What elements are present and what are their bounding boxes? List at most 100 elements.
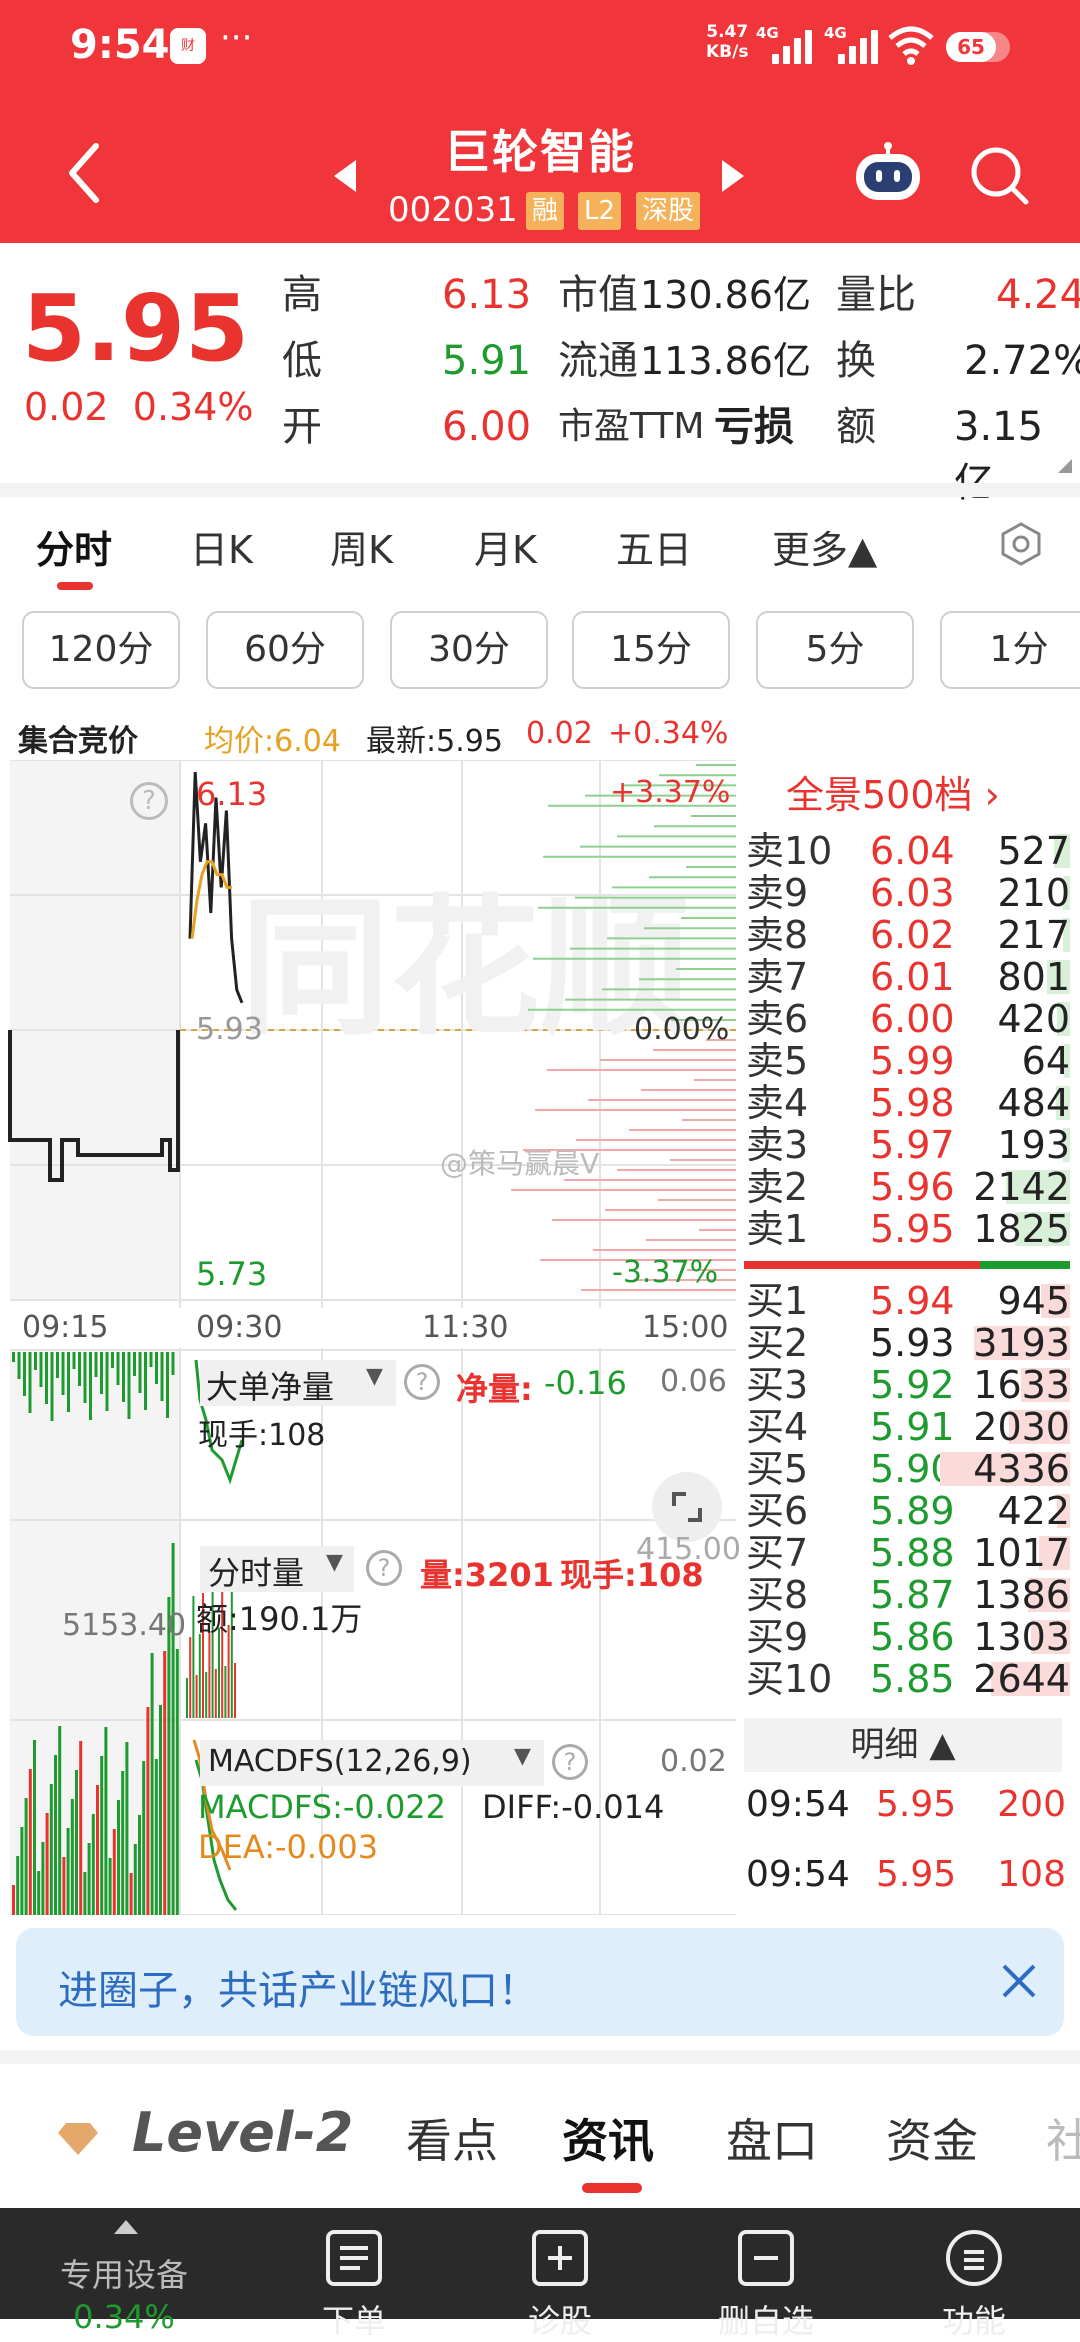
community-banner[interactable]: 进圈子，共话产业链风口！ xyxy=(16,1928,1064,2036)
volume-bar xyxy=(154,1759,158,1915)
volume-bar xyxy=(171,1543,175,1915)
period-15min[interactable]: 15分 xyxy=(572,611,730,689)
back-arrow-icon[interactable] xyxy=(62,140,106,206)
tab-funds[interactable]: 资金 xyxy=(886,2105,978,2171)
change-label: 0.02 xyxy=(526,716,593,751)
ask-row[interactable]: 卖1 5.95 1825 xyxy=(740,1208,1070,1250)
period-120min[interactable]: 120分 xyxy=(22,611,180,689)
volume-bar xyxy=(150,1653,154,1915)
volume-bar xyxy=(83,1872,87,1915)
robot-assistant-icon[interactable] xyxy=(852,142,924,204)
dock-diagnose[interactable]: 诊股 xyxy=(480,2296,640,2342)
help-icon-2[interactable]: ? xyxy=(404,1364,440,1400)
ask-row[interactable]: 卖3 5.97 193 xyxy=(740,1124,1070,1166)
bid-row[interactable]: 买3 5.92 1633 xyxy=(740,1364,1070,1406)
functions-icon[interactable] xyxy=(946,2230,1002,2286)
buy-sell-ratio-bar-red xyxy=(744,1261,980,1269)
help-icon[interactable]: ? xyxy=(130,782,168,820)
search-icon[interactable] xyxy=(968,144,1030,206)
tab-community[interactable]: 社 xyxy=(1046,2105,1080,2171)
bid-row[interactable]: 买7 5.88 1017 xyxy=(740,1532,1070,1574)
order-book: 全景500档 › 卖10 6.04 527 卖9 6.03 210 卖8 6.02 217 卖7 6… xyxy=(740,760,1080,1915)
level-price: 5.91 xyxy=(870,1405,955,1449)
ask-row[interactable]: 卖4 5.98 484 xyxy=(740,1082,1070,1124)
tab-weekly-k[interactable]: 周K xyxy=(330,519,393,574)
period-5min[interactable]: 5分 xyxy=(756,611,914,689)
next-stock-icon[interactable] xyxy=(722,160,744,192)
dock-order[interactable]: 下单 xyxy=(274,2296,434,2342)
level-price: 5.95 xyxy=(870,1207,955,1251)
level-price: 6.00 xyxy=(870,997,955,1041)
big-order-selector[interactable]: 大单净量 ▼ xyxy=(200,1360,396,1406)
help-icon-3[interactable]: ? xyxy=(366,1550,402,1586)
bid-row[interactable]: 买2 5.93 3193 xyxy=(740,1322,1070,1364)
expand-up-icon[interactable] xyxy=(114,2220,138,2234)
bid-row[interactable]: 买9 5.86 1303 xyxy=(740,1616,1070,1658)
buy-sell-ratio-bar-green xyxy=(980,1261,1070,1269)
volume-bar xyxy=(167,1597,171,1915)
ask-row[interactable]: 卖8 6.02 217 xyxy=(740,914,1070,956)
ask-row[interactable]: 卖2 5.96 2142 xyxy=(740,1166,1070,1208)
level-label: 买7 xyxy=(746,1531,809,1575)
order-icon[interactable] xyxy=(326,2230,382,2286)
chart-settings-icon[interactable] xyxy=(997,520,1045,568)
level-volume: 1386 xyxy=(973,1573,1070,1617)
net-volume-bar xyxy=(23,1352,26,1396)
tab-orderbook[interactable]: 盘口 xyxy=(726,2105,818,2171)
level-price: 5.99 xyxy=(870,1039,955,1083)
bid-row[interactable]: 买10 5.85 2644 xyxy=(740,1658,1070,1700)
dock-remove-watchlist[interactable]: 删自选 xyxy=(686,2296,846,2342)
period-30min[interactable]: 30分 xyxy=(390,611,548,689)
volume-ratio-value: 4.24 xyxy=(996,272,1080,318)
volume-bar xyxy=(129,1873,133,1915)
tab-daily-k[interactable]: 日K xyxy=(190,519,253,574)
intraday-chart[interactable]: 同花顺 ? 6.13 +3.37% 5.93 0.00% 5.73 -3.37%… xyxy=(0,759,741,1916)
bid-row[interactable]: 买5 5.90 4336 xyxy=(740,1448,1070,1490)
period-60min[interactable]: 60分 xyxy=(206,611,364,689)
level-price: 5.96 xyxy=(870,1165,955,1209)
wifi-icon xyxy=(888,26,934,65)
tab-intraday[interactable]: 分时 xyxy=(36,519,112,574)
dock-functions[interactable]: 功能 xyxy=(894,2296,1054,2342)
level-label: 买10 xyxy=(746,1657,833,1701)
prev-stock-icon[interactable] xyxy=(334,160,356,192)
volume-selector[interactable]: 分时量 ▼ xyxy=(200,1546,354,1592)
bid-row[interactable]: 买6 5.89 422 xyxy=(740,1490,1070,1532)
expand-corner-icon[interactable] xyxy=(1058,459,1072,473)
volume-bar xyxy=(125,1742,129,1915)
detail-row: 09:54 5.95 200 xyxy=(746,1784,1066,1825)
ask-row[interactable]: 卖5 5.99 64 xyxy=(740,1040,1070,1082)
volume-bar xyxy=(133,1844,137,1915)
tab-monthly-k[interactable]: 月K xyxy=(474,519,537,574)
diamond-icon xyxy=(58,2123,98,2155)
float-cap-value: 113.86亿 xyxy=(640,339,811,383)
tab-news[interactable]: 资讯 xyxy=(562,2105,654,2171)
level-label: 买9 xyxy=(746,1615,809,1659)
bid-row[interactable]: 买1 5.94 945 xyxy=(740,1280,1070,1322)
order-book-title[interactable]: 全景500档 › xyxy=(786,764,1000,819)
latest-price-label: 最新:5.95 xyxy=(366,724,503,759)
tab-highlights[interactable]: 看点 xyxy=(406,2105,498,2171)
details-toggle[interactable]: 明细 ▲ xyxy=(744,1718,1062,1772)
ask-row[interactable]: 卖10 6.04 527 xyxy=(740,830,1070,872)
level-volume: 945 xyxy=(997,1279,1070,1323)
bid-row[interactable]: 买4 5.91 2030 xyxy=(740,1406,1070,1448)
bid-row[interactable]: 买8 5.87 1386 xyxy=(740,1574,1070,1616)
close-icon[interactable] xyxy=(996,1958,1042,2004)
price-change: 0.02 0.34% xyxy=(24,385,254,429)
ask-row[interactable]: 卖9 6.03 210 xyxy=(740,872,1070,914)
macd-selector[interactable]: MACDFS(12,26,9) ▼ xyxy=(200,1740,544,1786)
help-icon-4[interactable]: ? xyxy=(552,1744,588,1780)
diagnose-icon[interactable] xyxy=(532,2230,588,2286)
level-volume: 527 xyxy=(997,829,1070,873)
tab-more[interactable]: 更多▲ xyxy=(772,519,877,574)
dock-sector[interactable]: 专用设备 xyxy=(44,2250,204,2296)
period-1min[interactable]: 1分 xyxy=(940,611,1080,689)
remove-watchlist-icon[interactable] xyxy=(738,2230,794,2286)
volume-bar xyxy=(49,1784,53,1915)
level-volume: 210 xyxy=(997,871,1070,915)
ask-row[interactable]: 卖6 6.00 420 xyxy=(740,998,1070,1040)
tab-level2[interactable]: Level-2 xyxy=(132,2101,353,2164)
tab-five-day[interactable]: 五日 xyxy=(616,519,692,574)
ask-row[interactable]: 卖7 6.01 801 xyxy=(740,956,1070,998)
